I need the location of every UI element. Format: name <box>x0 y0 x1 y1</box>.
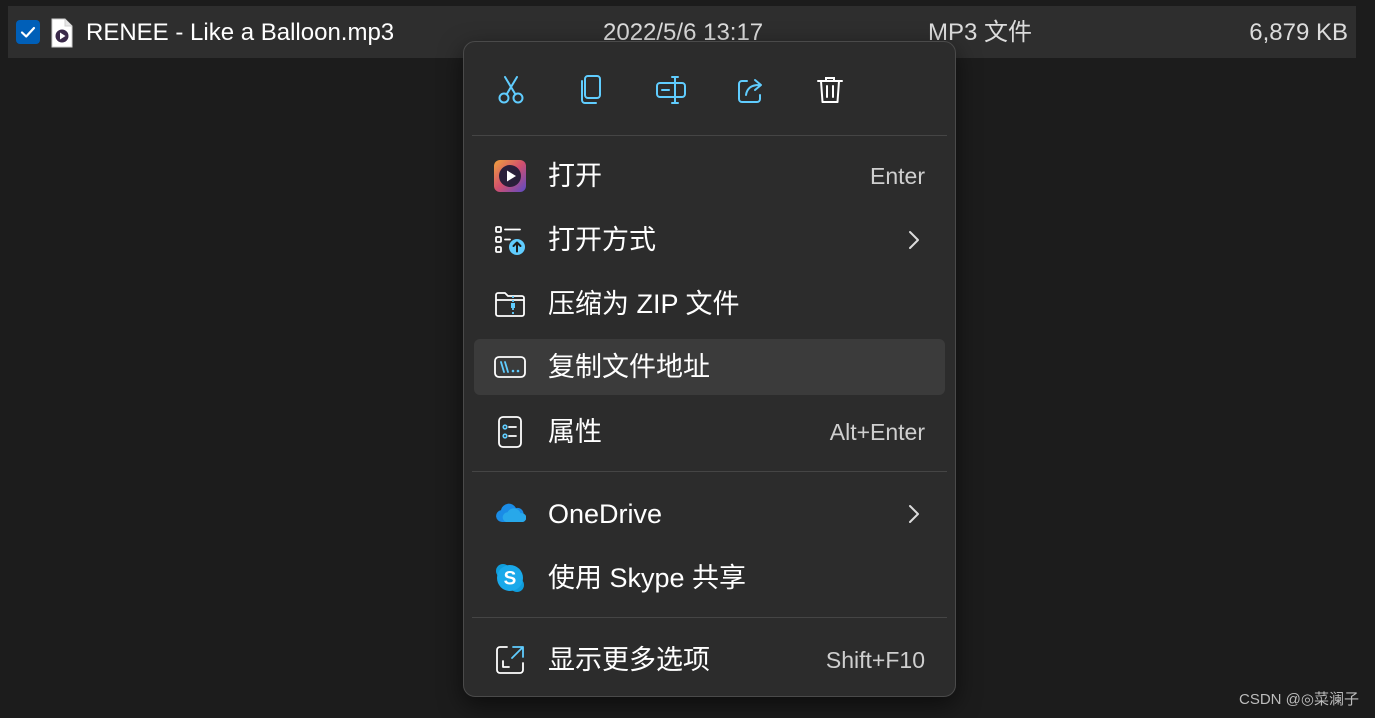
menu-separator <box>472 135 947 136</box>
skype-icon: S <box>494 562 526 594</box>
menu-item-skype-share[interactable]: S 使用 Skype 共享 <box>474 550 945 606</box>
chevron-right-icon <box>907 503 921 530</box>
mp3-file-icon <box>50 18 74 53</box>
menu-item-label: 压缩为 ZIP 文件 <box>548 289 740 319</box>
svg-text:S: S <box>504 569 517 590</box>
menu-item-show-more-options[interactable]: 显示更多选项 Shift+F10 <box>474 632 945 688</box>
share-icon <box>738 79 762 103</box>
context-menu: 打开 Enter 打开方式 压缩为 ZIP 文件 复制文件地址 属性 Alt+E… <box>463 41 956 697</box>
media-player-icon <box>494 160 526 192</box>
context-menu-toolbar <box>464 42 955 136</box>
menu-item-compress-zip[interactable]: 压缩为 ZIP 文件 <box>474 276 945 332</box>
menu-item-label: 复制文件地址 <box>548 352 710 382</box>
delete-button[interactable] <box>806 66 854 114</box>
properties-icon <box>494 416 526 448</box>
rename-icon <box>656 76 686 104</box>
menu-item-label: 打开方式 <box>548 225 656 255</box>
share-button[interactable] <box>727 66 775 114</box>
menu-item-onedrive[interactable]: OneDrive <box>474 486 945 542</box>
file-size: 6,879 KB <box>1249 19 1348 46</box>
menu-item-label: 显示更多选项 <box>548 645 710 675</box>
scissors-icon <box>498 76 524 104</box>
menu-item-properties[interactable]: 属性 Alt+Enter <box>474 404 945 460</box>
expand-icon <box>494 644 526 676</box>
row-checkbox[interactable] <box>16 20 40 44</box>
menu-item-shortcut: Shift+F10 <box>825 647 925 673</box>
menu-item-label: 属性 <box>548 417 602 447</box>
menu-item-shortcut: Alt+Enter <box>829 419 925 445</box>
zip-folder-icon <box>494 288 526 320</box>
menu-item-open[interactable]: 打开 Enter <box>474 148 945 204</box>
menu-item-shortcut: Enter <box>870 163 925 189</box>
copy-button[interactable] <box>567 66 615 114</box>
watermark: CSDN @◎菜澜子 <box>1239 691 1359 708</box>
menu-item-open-with[interactable]: 打开方式 <box>474 212 945 268</box>
trash-icon <box>817 77 843 103</box>
menu-item-label: 打开 <box>548 161 602 191</box>
menu-separator <box>472 471 947 472</box>
copy-icon <box>581 75 601 104</box>
menu-item-label: OneDrive <box>548 499 663 529</box>
onedrive-icon <box>494 498 527 530</box>
file-name: RENEE - Like a Balloon.mp3 <box>86 19 395 46</box>
chevron-right-icon <box>907 229 921 256</box>
rename-button[interactable] <box>647 66 695 114</box>
menu-separator <box>472 617 947 618</box>
open-with-icon <box>494 224 526 256</box>
cut-button[interactable] <box>487 66 535 114</box>
menu-item-copy-path[interactable]: 复制文件地址 <box>474 339 945 395</box>
menu-item-label: 使用 Skype 共享 <box>548 563 747 593</box>
copy-path-icon <box>494 351 526 383</box>
checkmark-icon <box>20 26 36 38</box>
